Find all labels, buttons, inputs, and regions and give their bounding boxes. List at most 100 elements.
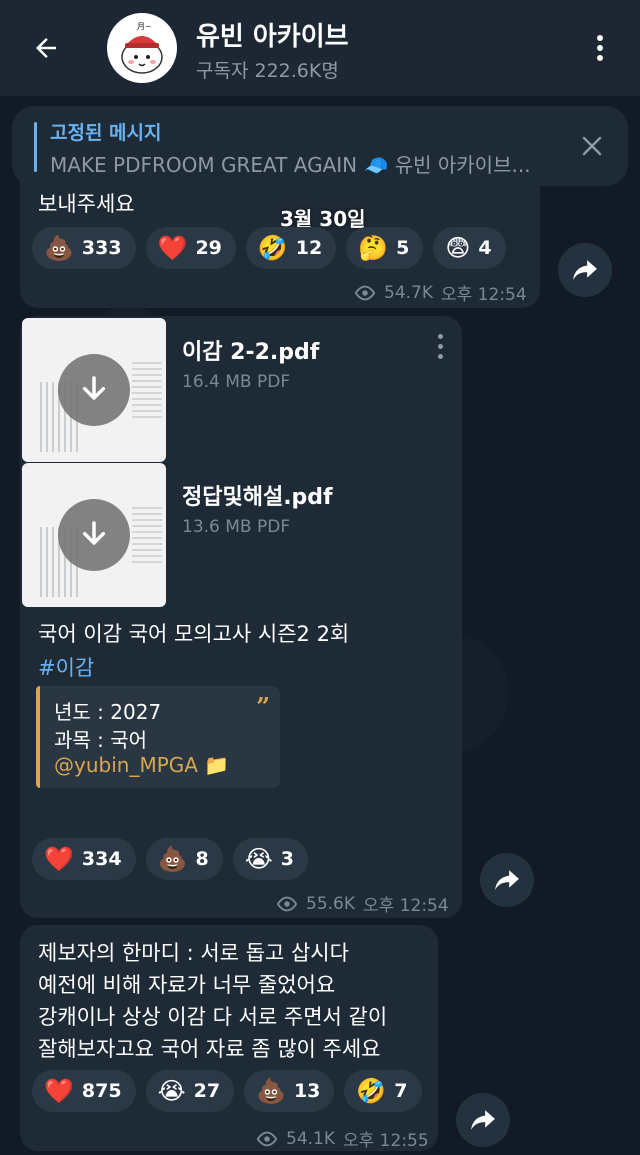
pinned-indicator: [34, 122, 37, 172]
svg-text:月~: 月~: [137, 22, 152, 31]
reaction-chip[interactable]: ❤️ 875: [32, 1070, 136, 1112]
reactions-1: 💩 333 ❤️ 29 🤣 12 🤔 5 😨 4: [32, 227, 506, 269]
reaction-chip[interactable]: ❤️ 29: [145, 227, 236, 269]
message-meta: 54.1K 오후 12:55: [256, 1126, 429, 1151]
crying-emoji-icon: 😭: [157, 1077, 186, 1105]
back-arrow-icon: [36, 38, 56, 58]
message-line: 강캐이나 상상 이감 다 서로 주면서 같이: [38, 1005, 388, 1029]
reaction-count: 8: [195, 848, 209, 870]
quote-bar: [36, 686, 40, 788]
channel-mention-link[interactable]: @yubin_MPGA: [54, 753, 198, 777]
message-caption: 국어 이감 국어 모의고사 시즌2 2회: [38, 622, 350, 646]
share-button[interactable]: [480, 853, 534, 907]
view-count: 54.7K: [384, 282, 433, 303]
download-button[interactable]: [58, 499, 130, 571]
quote-line: 과목 : 국어: [54, 728, 148, 752]
reaction-count: 875: [81, 1080, 122, 1102]
reaction-count: 334: [81, 848, 122, 870]
heart-emoji-icon: ❤️: [44, 845, 74, 873]
message-line: 예전에 비해 자료가 너무 줄었어요: [38, 973, 336, 997]
rofl-emoji-icon: 🤣: [356, 1077, 387, 1105]
file-menu-button[interactable]: [430, 328, 450, 364]
thumb-preview-lines: [132, 503, 162, 563]
quote-line: 년도 : 2027: [54, 700, 162, 724]
message-line: 제보자의 한마디 : 서로 돕고 삽시다: [38, 941, 349, 965]
reaction-chip[interactable]: 🤣 12: [245, 227, 337, 269]
channel-title[interactable]: 유빈 아카이브: [196, 16, 349, 53]
download-button[interactable]: [58, 354, 130, 426]
file-size: 13.6 MB PDF: [182, 517, 291, 537]
reaction-chip[interactable]: 💩 13: [244, 1070, 335, 1112]
file-size: 16.4 MB PDF: [182, 372, 291, 392]
poop-emoji-icon: 💩: [256, 1077, 286, 1105]
file-thumbnail[interactable]: [22, 318, 166, 462]
thumb-preview-lines: [132, 358, 162, 418]
quote-block: ” 년도 : 2027 과목 : 국어 @yubin_MPGA 📁: [36, 686, 280, 788]
eye-icon: [256, 1131, 278, 1146]
reaction-chip[interactable]: ❤️ 334: [32, 838, 136, 880]
reaction-count: 29: [195, 237, 222, 259]
reaction-count: 3: [280, 848, 294, 870]
reaction-count: 13: [293, 1080, 321, 1102]
pinned-message-bar[interactable]: 고정된 메시지 MAKE PDFROOM GREAT AGAIN 🧢 유빈 아카…: [12, 106, 628, 186]
message-meta: 54.7K 오후 12:54: [354, 280, 527, 305]
file-name[interactable]: 이감 2-2.pdf: [182, 334, 319, 366]
reaction-count: 12: [295, 237, 323, 259]
menu-button[interactable]: [580, 28, 620, 68]
message-meta: 55.6K 오후 12:54: [276, 891, 449, 916]
rofl-emoji-icon: 🤣: [257, 234, 288, 262]
view-count: 54.1K: [286, 1128, 335, 1149]
pinned-label: 고정된 메시지: [50, 122, 162, 144]
file-name[interactable]: 정답및해설.pdf: [182, 479, 333, 511]
crying-emoji-icon: 😭: [244, 845, 273, 873]
reaction-count: 333: [81, 237, 122, 259]
channel-avatar[interactable]: 月~: [107, 13, 177, 83]
poop-emoji-icon: 💩: [44, 234, 74, 262]
reaction-chip[interactable]: 🤔 5: [346, 227, 424, 269]
reaction-count: 7: [394, 1080, 408, 1102]
message-time: 오후 12:55: [343, 1131, 429, 1151]
reaction-count: 5: [396, 237, 410, 259]
back-button[interactable]: [24, 26, 68, 70]
pinned-close-button[interactable]: [576, 130, 608, 162]
message-line: 잘해보자고요 국어 자료 좀 많이 주세요: [38, 1037, 381, 1061]
hashtag-link[interactable]: #이감: [38, 652, 94, 682]
mascot-icon: 月~: [121, 22, 163, 74]
message-text: 보내주세요: [38, 192, 135, 216]
message-time: 오후 12:54: [363, 896, 449, 916]
message-time: 오후 12:54: [441, 285, 527, 305]
heart-emoji-icon: ❤️: [44, 1077, 74, 1105]
reaction-count: 27: [193, 1080, 221, 1102]
share-button[interactable]: [558, 243, 612, 297]
fearful-emoji-icon: 😨: [445, 234, 471, 262]
close-icon: [582, 136, 602, 156]
poop-emoji-icon: 💩: [157, 845, 188, 873]
share-arrow-icon: [471, 1110, 495, 1130]
reactions-3: ❤️ 875 😭 27 💩 13 🤣 7: [32, 1070, 422, 1112]
reaction-chip[interactable]: 💩 333: [32, 227, 136, 269]
folder-emoji-icon: 📁: [204, 753, 230, 777]
reactions-2: ❤️ 334 💩 8 😭 3: [32, 838, 308, 880]
pinned-text: MAKE PDFROOM GREAT AGAIN 🧢 유빈 아카이브...: [50, 153, 531, 177]
eye-icon: [354, 285, 376, 300]
file-thumbnail[interactable]: [22, 463, 166, 607]
reaction-chip[interactable]: 😭 27: [145, 1070, 235, 1112]
share-arrow-icon: [495, 870, 519, 890]
download-arrow-icon: [82, 521, 106, 545]
chat-header: 月~ 유빈 아카이브 구독자 222.6K명: [0, 0, 640, 96]
reaction-chip[interactable]: 😭 3: [232, 838, 308, 880]
download-arrow-icon: [82, 376, 106, 400]
reaction-chip[interactable]: 😨 4: [433, 227, 506, 269]
reaction-count: 4: [478, 237, 492, 259]
quote-icon: ”: [256, 692, 270, 721]
more-vert-icon: [597, 35, 603, 61]
subscriber-count: 구독자 222.6K명: [196, 60, 339, 82]
reaction-chip[interactable]: 🤣 7: [344, 1070, 422, 1112]
eye-icon: [276, 896, 298, 911]
view-count: 55.6K: [306, 893, 355, 914]
quote-link-line: @yubin_MPGA 📁: [54, 753, 229, 777]
share-button[interactable]: [456, 1093, 510, 1147]
share-arrow-icon: [573, 260, 597, 280]
reaction-chip[interactable]: 💩 8: [145, 838, 223, 880]
thinking-emoji-icon: 🤔: [358, 234, 389, 262]
